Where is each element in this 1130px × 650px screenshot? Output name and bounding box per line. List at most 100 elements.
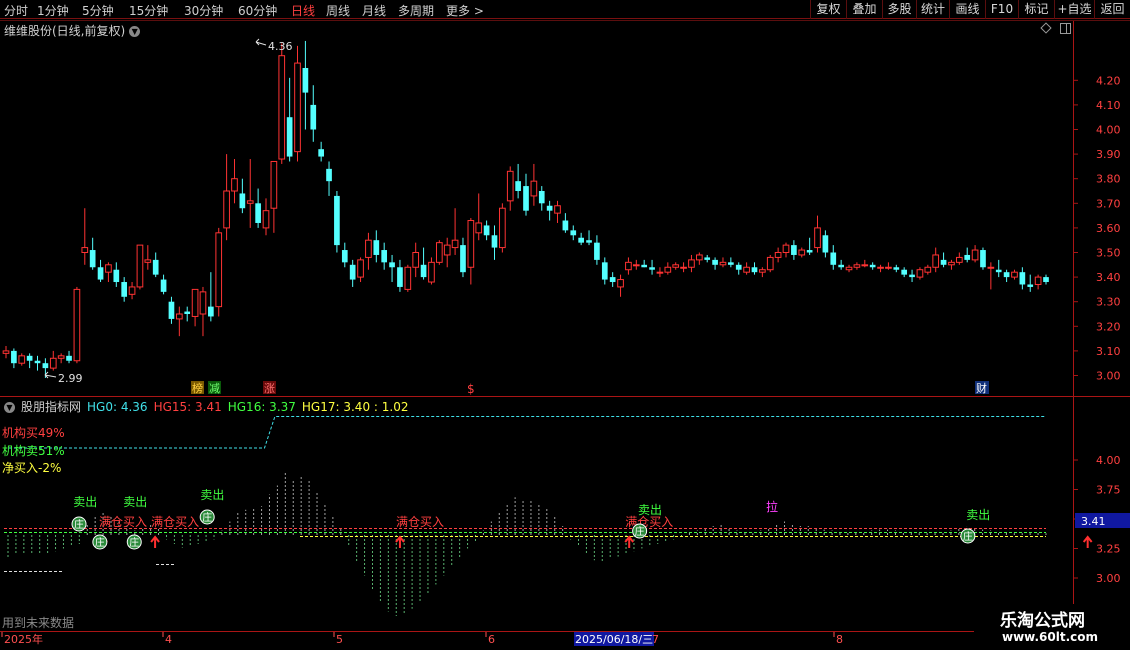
candle-body [341, 250, 348, 263]
candle-body [357, 259, 364, 278]
buy-signal: 满仓买入 [396, 515, 444, 529]
time-label-7: 7 [652, 633, 659, 646]
finance-mark[interactable]: 财 [976, 381, 987, 395]
candle-body [349, 264, 356, 280]
candle-body [246, 200, 254, 204]
candle-body [491, 235, 498, 248]
reduce-mark[interactable]: 减 [209, 382, 220, 395]
candle-body [546, 205, 553, 211]
candle-body [940, 259, 947, 265]
ranking-mark[interactable]: 榜 [192, 381, 203, 395]
candle-body [901, 269, 908, 275]
zhuang-mark: 庄 [202, 511, 212, 524]
main-y-tick-label: 3.50 [1096, 247, 1121, 260]
candle-body [1003, 272, 1010, 278]
candle-body [310, 104, 317, 130]
limit-up-mark[interactable]: 涨 [264, 382, 275, 395]
candle-body [184, 311, 191, 314]
buy-signal: 满仓买入 [151, 515, 199, 529]
candle-body [239, 193, 246, 209]
main-y-tick-label: 3.00 [1096, 370, 1121, 383]
candle-body [373, 240, 380, 255]
candle-body [594, 242, 600, 260]
candle-body [18, 355, 26, 364]
candle-body [42, 363, 49, 369]
candle-body [381, 250, 388, 263]
pull-signal: 拉 [766, 499, 778, 514]
candle-body [499, 207, 506, 249]
sell-signal: 卖出 [123, 495, 147, 509]
candle-body [641, 264, 648, 268]
indicator-y-tick-label: 3.00 [1096, 572, 1121, 585]
candle-body [467, 220, 475, 268]
cursor-date: 2025/06/18/三 [575, 633, 653, 646]
candle-body [924, 266, 932, 273]
indicator-y-tick-label: 3.75 [1096, 484, 1121, 497]
candle-body [270, 160, 278, 209]
candle-body [955, 256, 963, 263]
indicator-header: ▼ 股朋指标网 HG0: 4.36 HG15: 3.41 HG16: 3.37 HG17:… [4, 398, 414, 415]
sell-signal: 卖出 [200, 488, 224, 502]
low-price-label: 2.99 [58, 372, 83, 385]
candle-body [728, 262, 734, 265]
zhuang-mark: 庄 [635, 525, 645, 538]
candle-body [144, 259, 152, 263]
candle-body [649, 267, 655, 270]
sell-signal: 卖出 [966, 508, 990, 522]
candle-body [404, 266, 412, 290]
candle-body [845, 266, 853, 271]
candle-body [656, 271, 664, 274]
candle-body [1027, 284, 1034, 287]
candle-body [11, 350, 17, 364]
candle-body [255, 203, 261, 223]
candle-body [231, 178, 238, 192]
time-label-4: 4 [165, 633, 172, 646]
net-buy-label: 净买入-2% [2, 461, 62, 475]
buy-arrow-icon [624, 535, 634, 548]
candle-body [570, 230, 577, 236]
main-y-tick-label: 3.60 [1096, 222, 1121, 235]
candle-body [334, 195, 340, 246]
candle-body [26, 355, 33, 361]
main-y-tick-label: 3.10 [1096, 345, 1121, 358]
candle-body [223, 190, 230, 229]
candle-body [420, 264, 427, 278]
candle-body [719, 261, 727, 266]
main-y-tick-label: 3.40 [1096, 271, 1121, 284]
candle-body [586, 240, 592, 243]
candle-body [861, 264, 869, 267]
indicator-y-tick-label: 4.00 [1096, 454, 1121, 467]
time-label-8: 8 [836, 633, 843, 646]
candle-body [1019, 272, 1026, 285]
high-arrow-icon [255, 38, 267, 46]
indicator-menu-icon[interactable]: ▼ [4, 402, 15, 413]
candle-body [601, 262, 608, 280]
buy-arrow-icon [395, 535, 405, 548]
candle-body [89, 250, 96, 268]
candle-body [1011, 271, 1018, 278]
kline-chart[interactable]: 4.20 4.10 4.00 3.90 3.80 3.70 3.60 3.50 3.40 3.30… [0, 0, 1130, 650]
candle-body [460, 245, 466, 273]
candle-body [632, 264, 640, 267]
candle-body [515, 181, 521, 191]
future-data-note: 用到未来数据 [2, 616, 75, 630]
candle-body [798, 249, 806, 256]
candle-body [175, 313, 183, 320]
time-axis: 2025/06/18/三 2025年 4 5 6 7 8 [1, 632, 843, 646]
indicator-lines [4, 416, 1046, 572]
candle-body [672, 264, 680, 268]
main-y-tick-label: 3.70 [1096, 197, 1121, 210]
candle-body [971, 249, 979, 261]
candle-body [208, 306, 214, 317]
zhuang-mark: 庄 [963, 530, 973, 543]
candle-body [389, 262, 395, 268]
candle-body [893, 267, 900, 270]
candle-body [995, 269, 1002, 273]
dollar-mark[interactable]: $ [467, 382, 475, 396]
hg16-value: HG16: 3.37 [227, 400, 296, 414]
chart-frame [0, 20, 1130, 632]
candle-body [838, 264, 844, 268]
main-y-tick-label: 3.20 [1096, 320, 1121, 333]
zhuang-mark: 庄 [95, 536, 105, 549]
time-label-6: 6 [488, 633, 495, 646]
